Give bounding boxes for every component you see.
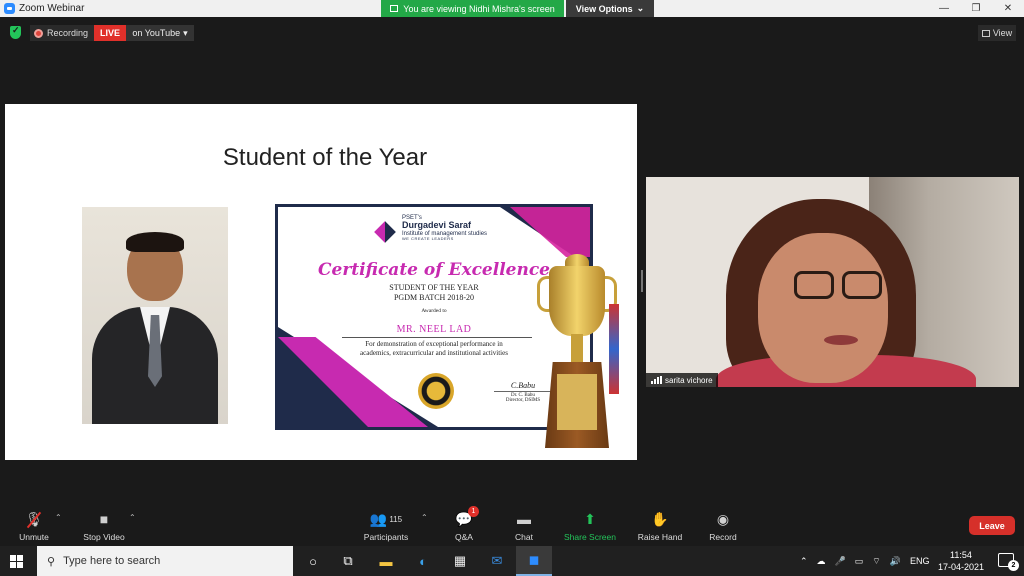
recording-indicator[interactable]: Recording: [30, 25, 95, 41]
window-controls: — ❐ ✕: [928, 0, 1024, 17]
zoom-logo-icon: [4, 3, 15, 14]
record-icon: ◉: [716, 510, 730, 527]
language-indicator[interactable]: ENG: [910, 556, 930, 566]
view-layout-button[interactable]: View: [978, 25, 1016, 41]
zoom-webinar-window: Zoom Webinar You are viewing Nidhi Mishr…: [0, 0, 1024, 576]
wifi-icon[interactable]: ⌔: [872, 556, 880, 567]
raise-hand-icon: ✋: [651, 510, 669, 527]
qa-button[interactable]: 💬 1 Q&A: [448, 504, 480, 546]
search-placeholder: Type here to search: [63, 555, 161, 567]
institute-name-block: PSET's Durgadevi Saraf Institute of mana…: [402, 215, 488, 242]
participants-caret-icon[interactable]: ⌃: [421, 513, 428, 522]
participant-name-tag: sarita vichore: [646, 373, 718, 387]
institute-logo-icon: [374, 221, 396, 243]
clock-time: 11:54: [950, 550, 972, 560]
grid-view-icon: [981, 29, 990, 37]
shared-screen-slide: Student of the Year PSET's Durgadevi Sar…: [5, 104, 637, 460]
unmute-button[interactable]: 🎙 Unmute: [14, 504, 54, 546]
slide-title: Student of the Year: [222, 144, 428, 171]
signal-strength-icon: [651, 376, 662, 384]
raise-hand-button[interactable]: ✋ Raise Hand: [634, 504, 686, 546]
share-screen-button[interactable]: ⬆ Share Screen: [560, 504, 620, 546]
meeting-status-bar: Recording LIVE on YouTube ▾ View: [0, 23, 1024, 43]
restore-icon[interactable]: ❐: [960, 0, 992, 17]
record-dot-icon: [34, 28, 43, 38]
file-explorer-icon[interactable]: ▬: [368, 546, 404, 576]
student-photo: [82, 207, 228, 424]
microphone-tray-icon[interactable]: 🎤: [835, 556, 846, 567]
app-title-group: Zoom Webinar: [4, 3, 84, 14]
viewing-screen-banner: You are viewing Nidhi Mishra's screen: [381, 0, 564, 17]
zoom-taskbar-icon[interactable]: ◼: [516, 546, 552, 576]
view-options-button[interactable]: View Options ⌄: [566, 0, 654, 17]
onedrive-icon[interactable]: ☁: [817, 556, 826, 567]
windows-taskbar: ⚲ Type here to search ○ ⧉ ▬ ◐ ▦ ✉ ◼ ⌃ ☁ …: [0, 546, 1024, 576]
video-camera-icon: ■: [99, 511, 109, 527]
clock-date: 17-04-2021: [937, 562, 984, 572]
system-tray: ⌃ ☁ 🎤 ▭ ⌔ 🔊 ENG: [800, 546, 929, 576]
panel-resize-handle[interactable]: [641, 270, 643, 292]
youtube-label: on YouTube: [132, 28, 181, 38]
qa-badge: 1: [468, 506, 479, 517]
record-button[interactable]: ◉ Record: [703, 504, 743, 546]
caret-down-icon: ▾: [183, 27, 188, 38]
share-screen-icon: ⬆: [584, 510, 596, 527]
participant-name: sarita vichore: [665, 375, 713, 385]
mic-muted-icon: 🎙: [23, 509, 45, 529]
notification-count: 2: [1008, 560, 1019, 571]
chat-button[interactable]: ▬ Chat: [508, 504, 540, 546]
title-bar: Zoom Webinar You are viewing Nidhi Mishr…: [0, 0, 1024, 17]
meeting-controls-toolbar: 🎙 Unmute ⌃ ■ Stop Video ⌃ 👥 115 Participa…: [0, 504, 1024, 546]
notification-center-icon[interactable]: 2: [998, 553, 1019, 571]
live-badge: LIVE: [94, 25, 126, 41]
stop-video-button[interactable]: ■ Stop Video: [78, 504, 130, 546]
gold-seal-icon: [418, 373, 454, 409]
edge-browser-icon[interactable]: ◐: [405, 546, 441, 576]
participant-video-tile[interactable]: sarita vichore: [646, 177, 1019, 387]
participants-count: 115: [389, 514, 403, 524]
view-label: View: [992, 28, 1013, 38]
video-options-caret-icon[interactable]: ⌃: [129, 513, 136, 522]
mail-icon[interactable]: ✉: [479, 546, 515, 576]
volume-icon[interactable]: 🔊: [890, 556, 901, 567]
chat-bubble-icon: ▬: [517, 511, 531, 527]
close-icon[interactable]: ✕: [992, 0, 1024, 17]
tray-expand-icon[interactable]: ⌃: [800, 556, 808, 567]
qa-bubble-icon: 💬 1: [453, 506, 479, 529]
screen-share-icon: [390, 5, 399, 12]
view-options-label: View Options: [575, 3, 633, 14]
encryption-shield-icon[interactable]: [10, 25, 21, 39]
participants-button[interactable]: 👥 115 Participants: [360, 504, 412, 546]
task-view-icon[interactable]: ⧉: [330, 546, 366, 576]
windows-start-icon[interactable]: [10, 555, 23, 568]
audio-options-caret-icon[interactable]: ⌃: [55, 513, 62, 522]
taskbar-clock[interactable]: 11:54 17-04-2021: [938, 549, 984, 573]
leave-button[interactable]: Leave: [969, 516, 1015, 535]
taskbar-search-box[interactable]: ⚲ Type here to search: [37, 546, 293, 576]
viewing-banner-text: You are viewing Nidhi Mishra's screen: [403, 3, 555, 14]
cortana-icon[interactable]: ○: [295, 546, 331, 576]
battery-icon[interactable]: ▭: [855, 556, 864, 567]
youtube-stream-button[interactable]: on YouTube ▾: [126, 25, 194, 41]
minimize-icon[interactable]: —: [928, 0, 960, 17]
chevron-down-icon: ⌄: [636, 3, 645, 13]
store-icon[interactable]: ▦: [442, 546, 478, 576]
recording-label: Recording: [47, 28, 89, 38]
trophy-image: [535, 254, 625, 454]
participants-icon: 👥 115: [369, 510, 403, 527]
window-title: Zoom Webinar: [19, 3, 85, 14]
search-icon: ⚲: [47, 555, 56, 568]
